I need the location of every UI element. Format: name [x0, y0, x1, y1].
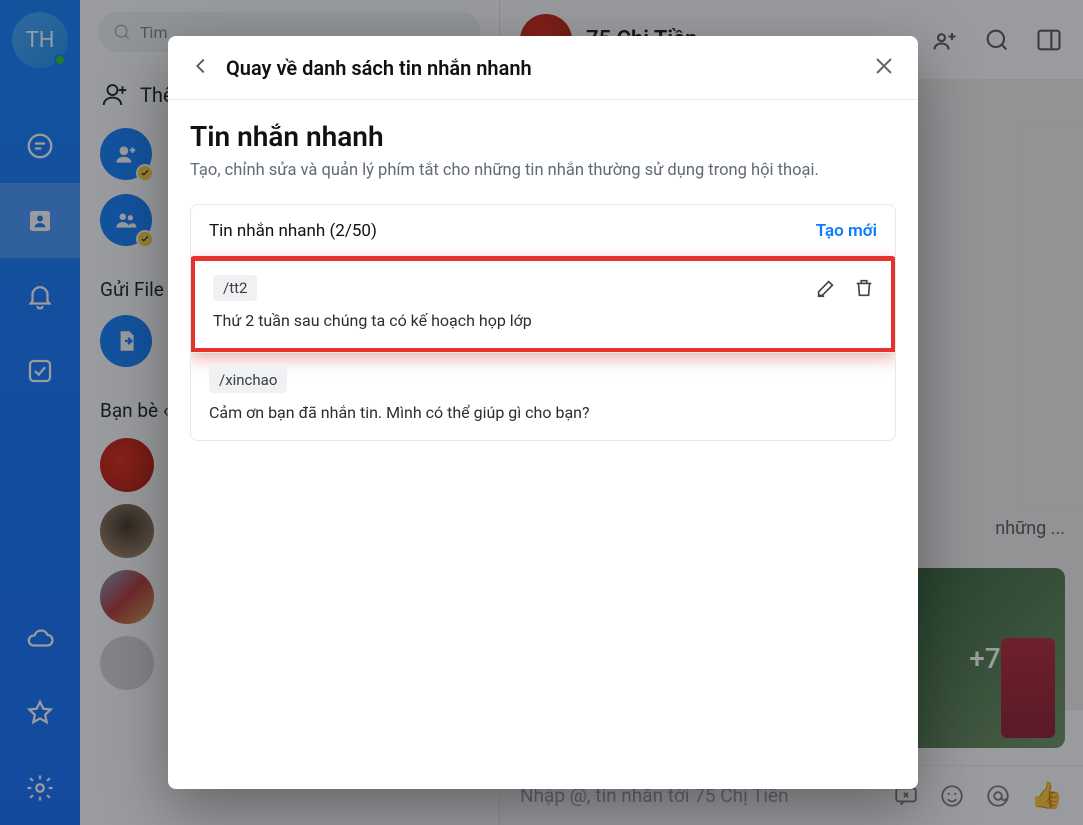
card-header: Tin nhắn nhanh (2/50) Tạo mới: [191, 205, 895, 257]
quick-message-item[interactable]: /tt2 Thứ 2 tuần sau chúng ta có kế hoạch…: [190, 256, 896, 353]
close-icon: [872, 54, 896, 78]
create-button[interactable]: Tạo mới: [816, 221, 877, 241]
message-text: Cảm ơn bạn đã nhắn tin. Mình có thể giúp…: [209, 403, 877, 422]
edit-icon[interactable]: [815, 277, 837, 299]
item-actions: [815, 277, 875, 299]
modal-title: Tin nhắn nhanh: [190, 120, 896, 153]
quick-message-modal: Quay về danh sách tin nhắn nhanh Tin nhắ…: [168, 36, 918, 789]
trash-icon[interactable]: [853, 277, 875, 299]
back-button[interactable]: [190, 55, 212, 81]
quick-message-item[interactable]: /xinchao Cảm ơn bạn đã nhắn tin. Mình có…: [191, 352, 895, 440]
modal-header: Quay về danh sách tin nhắn nhanh: [168, 36, 918, 100]
modal-back-label: Quay về danh sách tin nhắn nhanh: [226, 56, 532, 80]
message-text: Thứ 2 tuần sau chúng ta có kế hoạch họp …: [213, 311, 873, 330]
quick-message-card: Tin nhắn nhanh (2/50) Tạo mới /tt2 Thứ 2…: [190, 204, 896, 441]
shortcut-chip: /xinchao: [209, 367, 287, 393]
shortcut-chip: /tt2: [213, 275, 257, 301]
modal-body: Tin nhắn nhanh Tạo, chỉnh sửa và quản lý…: [168, 100, 918, 789]
modal-subtitle: Tạo, chỉnh sửa và quản lý phím tắt cho n…: [190, 161, 896, 180]
chevron-left-icon: [190, 55, 212, 77]
close-button[interactable]: [872, 54, 896, 82]
count-label: Tin nhắn nhanh (2/50): [209, 221, 377, 241]
